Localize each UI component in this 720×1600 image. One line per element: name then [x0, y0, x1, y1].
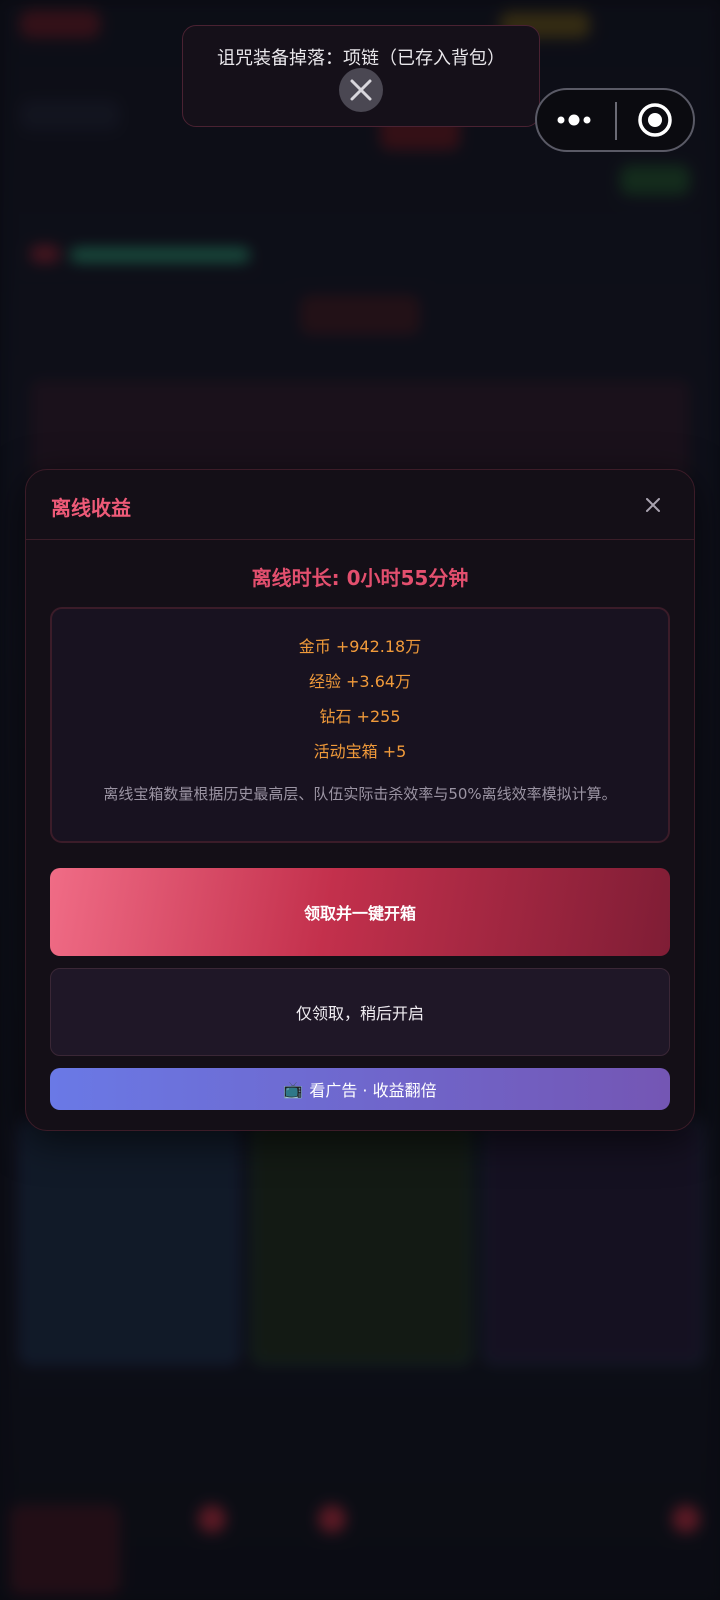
more-dots-icon [557, 114, 591, 126]
claim-only-button[interactable]: 仅领取，稍后开启 [50, 968, 670, 1056]
offline-earnings-modal: 离线收益 离线时长: 0小时55分钟 金币 +942.18万 经验 +3.64万… [25, 469, 695, 1131]
modal-title: 离线收益 [51, 496, 131, 520]
toast-close-button[interactable] [339, 68, 383, 112]
modal-close-button[interactable] [640, 492, 666, 518]
capsule-divider [615, 102, 617, 140]
toast-message: 诅咒装备掉落：项链（已存入背包） [217, 48, 505, 69]
rewards-note: 离线宝箱数量根据历史最高层、队伍实际击杀效率与50%离线效率模拟计算。 [103, 785, 617, 803]
watch-ad-double-label: 看广告 · 收益翻倍 [309, 1081, 437, 1100]
offline-duration: 离线时长: 0小时55分钟 [251, 566, 469, 590]
exit-button[interactable] [627, 98, 683, 142]
claim-and-open-button[interactable]: 领取并一键开箱 [50, 868, 670, 956]
close-icon [350, 79, 372, 101]
miniprogram-capsule [535, 88, 695, 152]
reward-diamond: 钻石 +255 [319, 707, 401, 726]
screen: 诅咒装备掉落：项链（已存入背包） 离线收益 离线时长: 0小时55分钟 金币 +… [0, 0, 720, 1600]
reward-gold: 金币 +942.18万 [298, 637, 422, 656]
drop-toast: 诅咒装备掉落：项链（已存入背包） [182, 25, 540, 127]
watch-ad-double-button[interactable]: 📺 看广告 · 收益翻倍 [50, 1068, 670, 1110]
header-divider [26, 539, 694, 540]
close-icon [646, 498, 660, 512]
more-button[interactable] [547, 102, 605, 138]
claim-and-open-label: 领取并一键开箱 [303, 904, 416, 923]
reward-exp: 经验 +3.64万 [308, 672, 412, 691]
claim-only-label: 仅领取，稍后开启 [295, 1004, 424, 1023]
tv-icon: 📺 [283, 1079, 304, 1099]
target-close-icon [638, 103, 672, 137]
reward-event-chest: 活动宝箱 +5 [313, 742, 407, 761]
rewards-panel: 金币 +942.18万 经验 +3.64万 钻石 +255 活动宝箱 +5 离线… [50, 607, 670, 843]
